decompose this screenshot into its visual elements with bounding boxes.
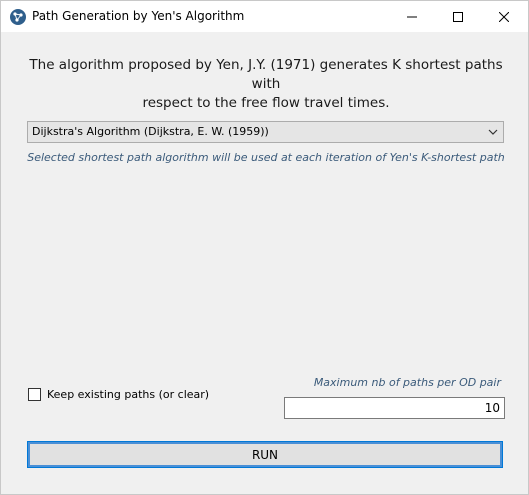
description-line-1: The algorithm proposed by Yen, J.Y. (197… [29, 57, 503, 92]
keep-paths-option[interactable]: Keep existing paths (or clear) [28, 386, 209, 402]
close-icon [499, 11, 509, 22]
chevron-down-icon [488, 129, 498, 135]
algorithm-hint: Selected shortest path algorithm will be… [27, 151, 505, 164]
keep-paths-checkbox[interactable] [28, 387, 41, 401]
minimize-button[interactable] [389, 1, 435, 32]
algorithm-select[interactable]: Dijkstra's Algorithm (Dijkstra, E. W. (1… [27, 121, 504, 143]
close-button[interactable] [481, 1, 527, 32]
algorithm-description: The algorithm proposed by Yen, J.Y. (197… [21, 56, 511, 113]
dialog-window: Path Generation by Yen's Algorithm The a… [0, 0, 529, 495]
maximize-icon [453, 11, 463, 22]
window-title: Path Generation by Yen's Algorithm [32, 9, 245, 23]
run-button[interactable]: RUN [27, 441, 503, 468]
description-line-2: respect to the free flow travel times. [142, 95, 390, 111]
minimize-icon [407, 16, 417, 17]
maximize-button[interactable] [435, 1, 481, 32]
keep-paths-label[interactable]: Keep existing paths (or clear) [47, 388, 209, 401]
network-icon [10, 9, 26, 25]
max-paths-input[interactable] [284, 397, 505, 419]
algorithm-select-value: Dijkstra's Algorithm (Dijkstra, E. W. (1… [32, 125, 269, 138]
max-paths-label: Maximum nb of paths per OD pair [313, 376, 501, 389]
title-bar[interactable]: Path Generation by Yen's Algorithm [1, 1, 528, 32]
